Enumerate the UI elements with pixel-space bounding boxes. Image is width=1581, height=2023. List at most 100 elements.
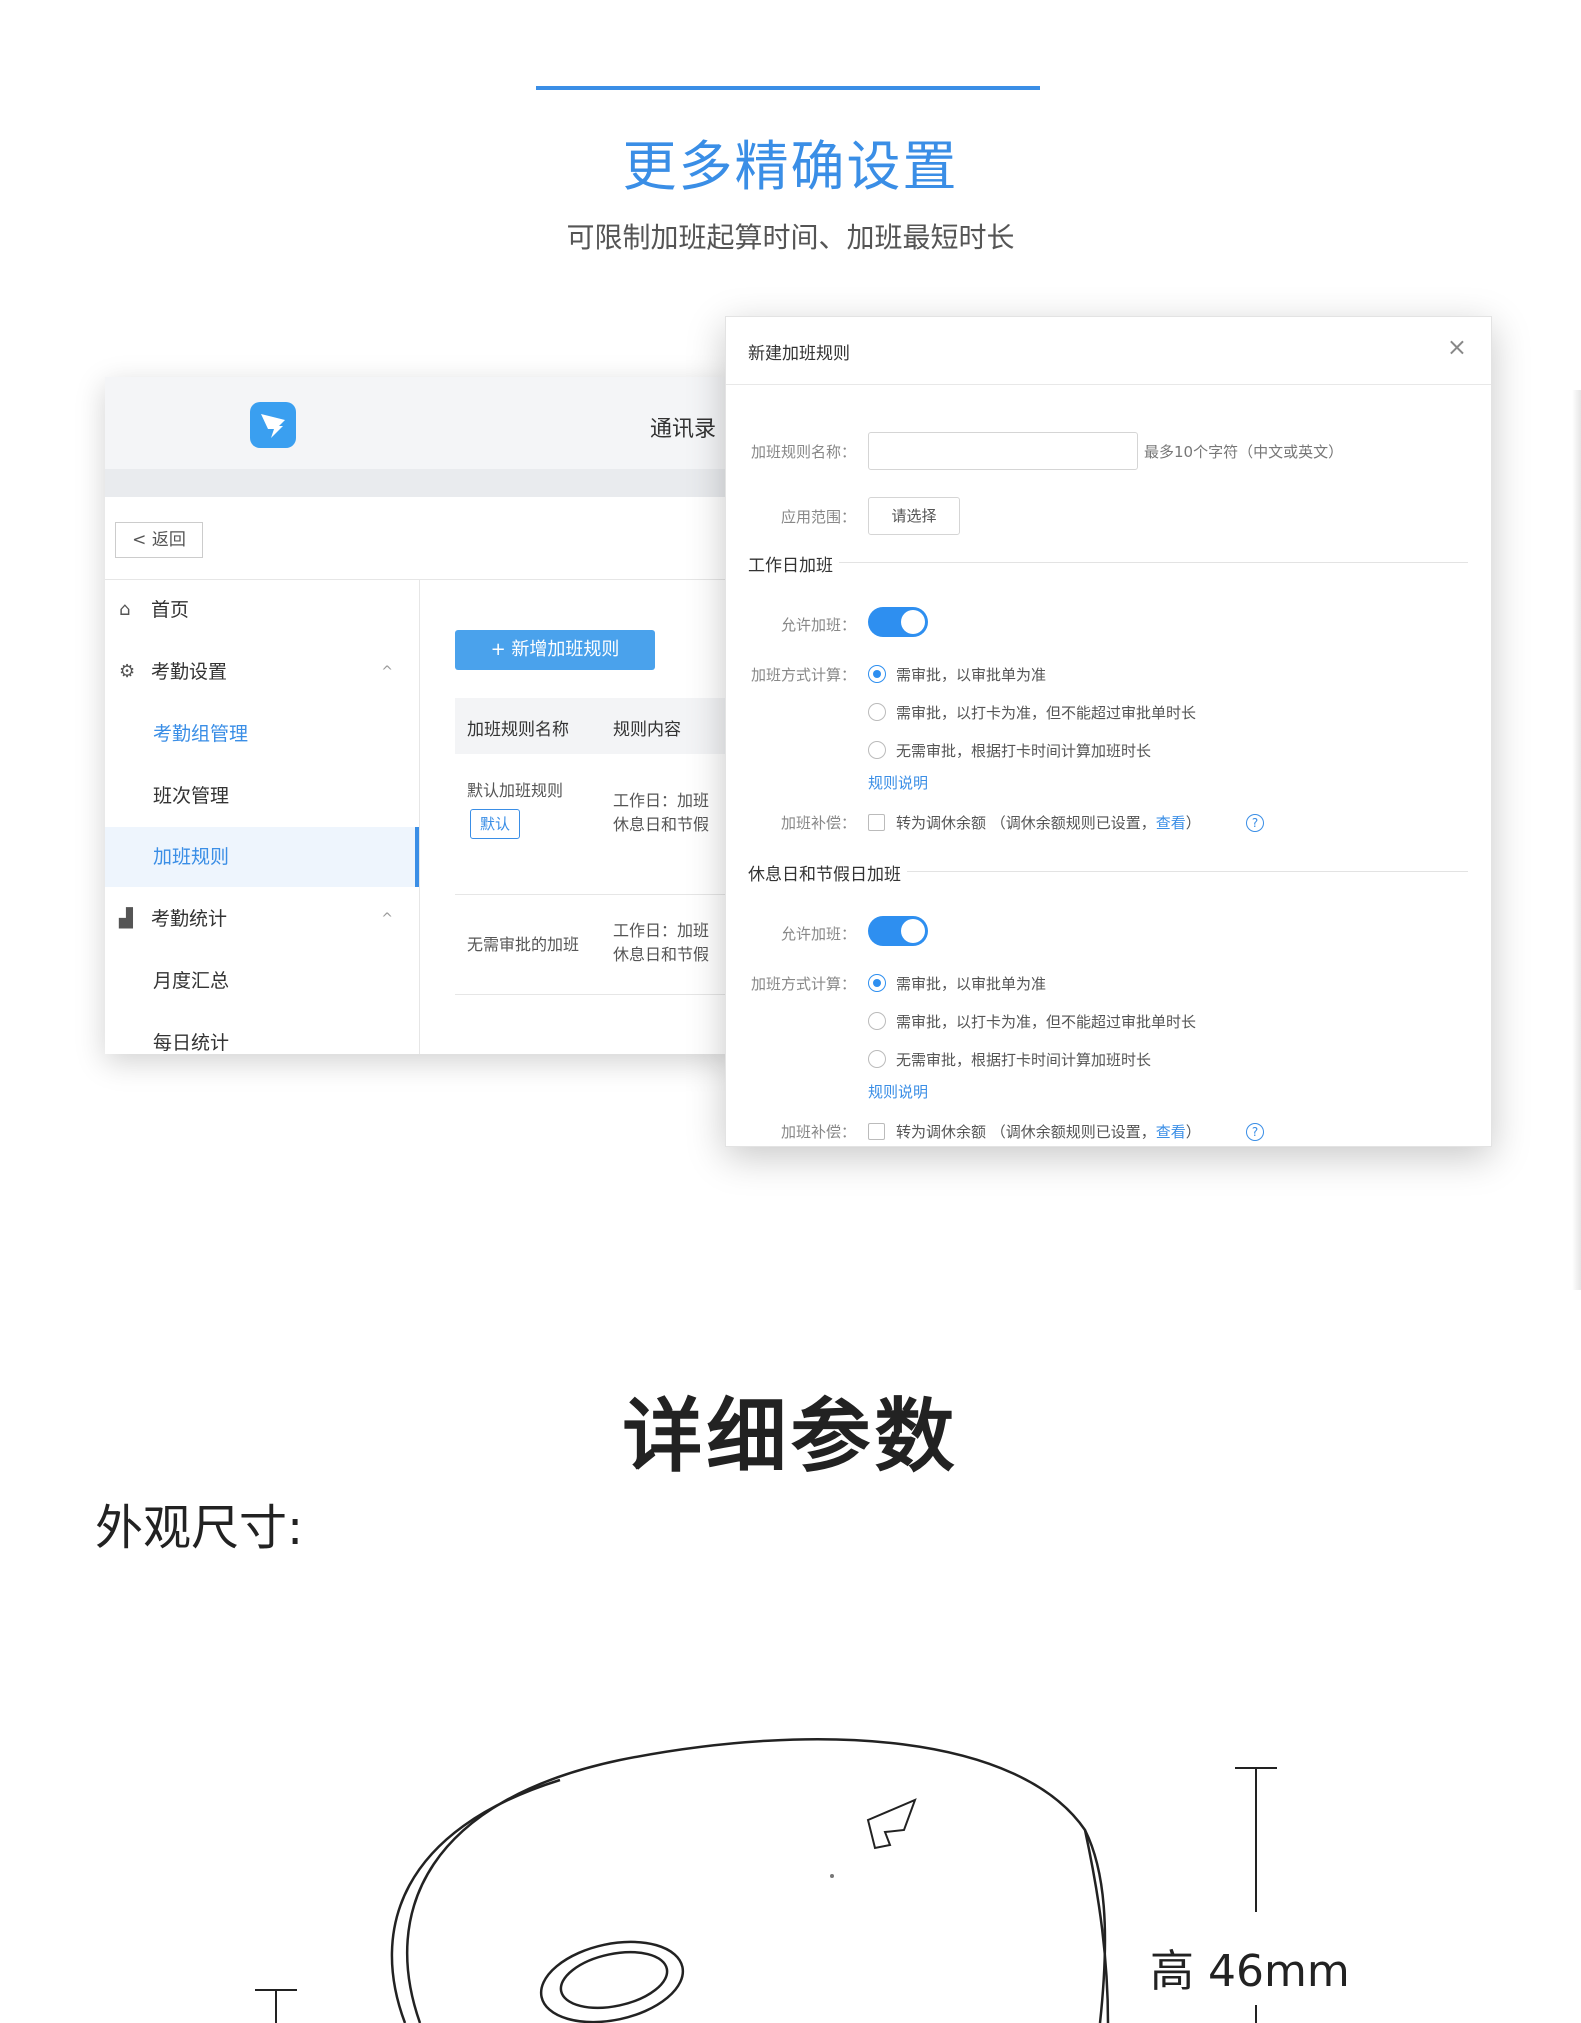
sidebar-item-home[interactable]: ⌂ 首页 (105, 580, 419, 640)
option-label: 需审批，以审批单为准 (896, 666, 1047, 684)
device-logo-icon (866, 1798, 917, 1850)
option-label: 无需审批，根据打卡时间计算加班时长 (896, 1051, 1152, 1069)
active-indicator (415, 827, 419, 887)
sidebar-item-label: 月度汇总 (153, 970, 230, 992)
compensation-text: 转为调休余额 （调休余额规则已设置，查看） (896, 812, 1201, 833)
compensation-end: ） (1185, 814, 1201, 832)
sidebar-item-group-management[interactable]: 考勤组管理 (105, 704, 419, 764)
close-icon[interactable]: × (1447, 333, 1467, 361)
sidebar-item-overtime-rules[interactable]: 加班规则 (105, 827, 419, 887)
edge-shadow (1572, 390, 1581, 1290)
row-divider (455, 894, 735, 895)
sidebar-item-label: 考勤设置 (151, 661, 228, 683)
holiday-allow-toggle[interactable] (868, 916, 928, 946)
holiday-section-title: 休息日和节假日加班 (748, 860, 907, 885)
sidebar-item-daily-stats[interactable]: 每日统计 (105, 1013, 419, 1054)
rule-content: 工作日：加班 (613, 791, 710, 810)
rule-name: 无需审批的加班 (467, 935, 580, 954)
option-label: 需审批，以审批单为准 (896, 975, 1047, 993)
holiday-rule-link[interactable]: 规则说明 (868, 1081, 928, 1102)
workday-allow-toggle[interactable] (868, 607, 928, 637)
allow-overtime-label: 允许加班： (780, 616, 856, 634)
admin-band (105, 469, 735, 497)
chart-icon: ▟ (119, 908, 133, 929)
rule-name-input[interactable] (868, 432, 1138, 470)
view-link[interactable]: 查看 (1156, 814, 1186, 832)
header-rule (536, 86, 1040, 90)
compensation-label: 加班补偿： (780, 1123, 856, 1141)
rule-content: 休息日和节假 (613, 815, 710, 834)
table-row[interactable]: 无需审批的加班 工作日：加班 休息日和节假 (455, 917, 735, 987)
chevron-up-icon: ^ (381, 911, 393, 927)
workday-rule-link[interactable]: 规则说明 (868, 772, 928, 793)
params-title: 详细参数 (622, 1390, 959, 1483)
toggle-knob (901, 919, 925, 943)
rule-content: 工作日：加班 (613, 921, 710, 940)
option-label: 需审批，以打卡为准，但不能超过审批单时长 (896, 1013, 1197, 1031)
chevron-up-icon: ^ (381, 664, 393, 680)
row-divider (455, 994, 735, 995)
rule-name-hint: 最多10个字符（中文或英文） (1144, 443, 1344, 461)
option-label: 无需审批，根据打卡时间计算加班时长 (896, 742, 1152, 760)
scope-label: 应用范围： (780, 508, 856, 526)
sidebar-item-label: 考勤统计 (151, 908, 228, 930)
compensation-desc: 转为调休余额 （调休余额规则已设置， (896, 1123, 1156, 1141)
workday-section-title: 工作日加班 (748, 551, 839, 576)
table-row[interactable]: 默认加班规则 默认 工作日：加班 休息日和节假 (455, 777, 735, 867)
help-icon[interactable]: ? (1246, 1123, 1264, 1141)
nav-contacts[interactable]: 通讯录 (650, 411, 716, 443)
workday-option-2-radio[interactable] (868, 703, 886, 721)
dimension-label: 外观尺寸: (95, 1500, 304, 1556)
workday-option-3-radio[interactable] (868, 741, 886, 759)
modal-header-divider (726, 384, 1491, 385)
sidebar-item-label: 加班规则 (153, 846, 230, 868)
sidebar-item-shift-management[interactable]: 班次管理 (105, 766, 419, 826)
hero-subtitle: 可限制加班起算时间、加班最短时长 (566, 221, 1015, 254)
column-header: 加班规则名称 (467, 720, 569, 740)
compensation-end: ） (1185, 1123, 1201, 1141)
sidebar-item-attendance-settings[interactable]: ⚙ 考勤设置 ^ (105, 642, 419, 702)
dingtalk-logo-icon[interactable] (250, 402, 296, 448)
toggle-knob (901, 610, 925, 634)
sidebar-item-label: 班次管理 (153, 785, 230, 807)
height-label: 高 46mm (1150, 1946, 1350, 1997)
sidebar-item-label: 考勤组管理 (153, 723, 249, 745)
hero-title: 更多精确设置 (622, 135, 959, 198)
compensation-label: 加班补偿： (780, 814, 856, 832)
rule-name-label: 加班规则名称： (750, 443, 856, 461)
workday-option-1-radio[interactable] (868, 665, 886, 683)
admin-window: 通讯录 < 返回 ⌂ 首页 ⚙ 考勤设置 ^ 考勤组管理 班次管理 加班规则 ▟… (105, 377, 735, 1054)
section-divider (748, 562, 1468, 563)
compensation-text: 转为调休余额 （调休余额规则已设置，查看） (896, 1121, 1201, 1142)
allow-overtime-label: 允许加班： (780, 925, 856, 943)
holiday-option-1-radio[interactable] (868, 974, 886, 992)
view-link[interactable]: 查看 (1156, 1123, 1186, 1141)
sidebar-item-label: 每日统计 (153, 1032, 230, 1054)
admin-topbar (105, 377, 735, 469)
sidebar-divider (419, 579, 420, 1054)
workday-compensation-checkbox[interactable] (868, 814, 885, 831)
sidebar-item-monthly-summary[interactable]: 月度汇总 (105, 951, 419, 1011)
compensation-desc: 转为调休余额 （调休余额规则已设置， (896, 814, 1156, 832)
new-overtime-rule-modal: 新建加班规则 × 加班规则名称： 最多10个字符（中文或英文） 应用范围： 请选… (725, 316, 1492, 1147)
calc-method-label: 加班方式计算： (750, 975, 856, 993)
column-header: 规则内容 (613, 720, 681, 740)
help-icon[interactable]: ? (1246, 814, 1264, 832)
calc-method-label: 加班方式计算： (750, 666, 856, 684)
holiday-option-2-radio[interactable] (868, 1012, 886, 1030)
sidebar-item-attendance-stats[interactable]: ▟ 考勤统计 ^ (105, 889, 419, 949)
back-button[interactable]: < 返回 (115, 522, 203, 558)
add-overtime-rule-button[interactable]: + 新增加班规则 (455, 630, 655, 670)
scope-select-button[interactable]: 请选择 (868, 497, 960, 535)
rule-name: 默认加班规则 (467, 781, 564, 800)
home-icon: ⌂ (119, 599, 131, 620)
default-badge: 默认 (470, 809, 520, 839)
table-header: 加班规则名称 规则内容 (455, 698, 735, 754)
rule-content: 休息日和节假 (613, 945, 710, 964)
sidebar-item-label: 首页 (151, 599, 190, 621)
holiday-option-3-radio[interactable] (868, 1050, 886, 1068)
option-label: 需审批，以打卡为准，但不能超过审批单时长 (896, 704, 1197, 722)
modal-title: 新建加班规则 (748, 344, 850, 364)
holiday-compensation-checkbox[interactable] (868, 1123, 885, 1140)
settings-icon: ⚙ (119, 661, 136, 682)
